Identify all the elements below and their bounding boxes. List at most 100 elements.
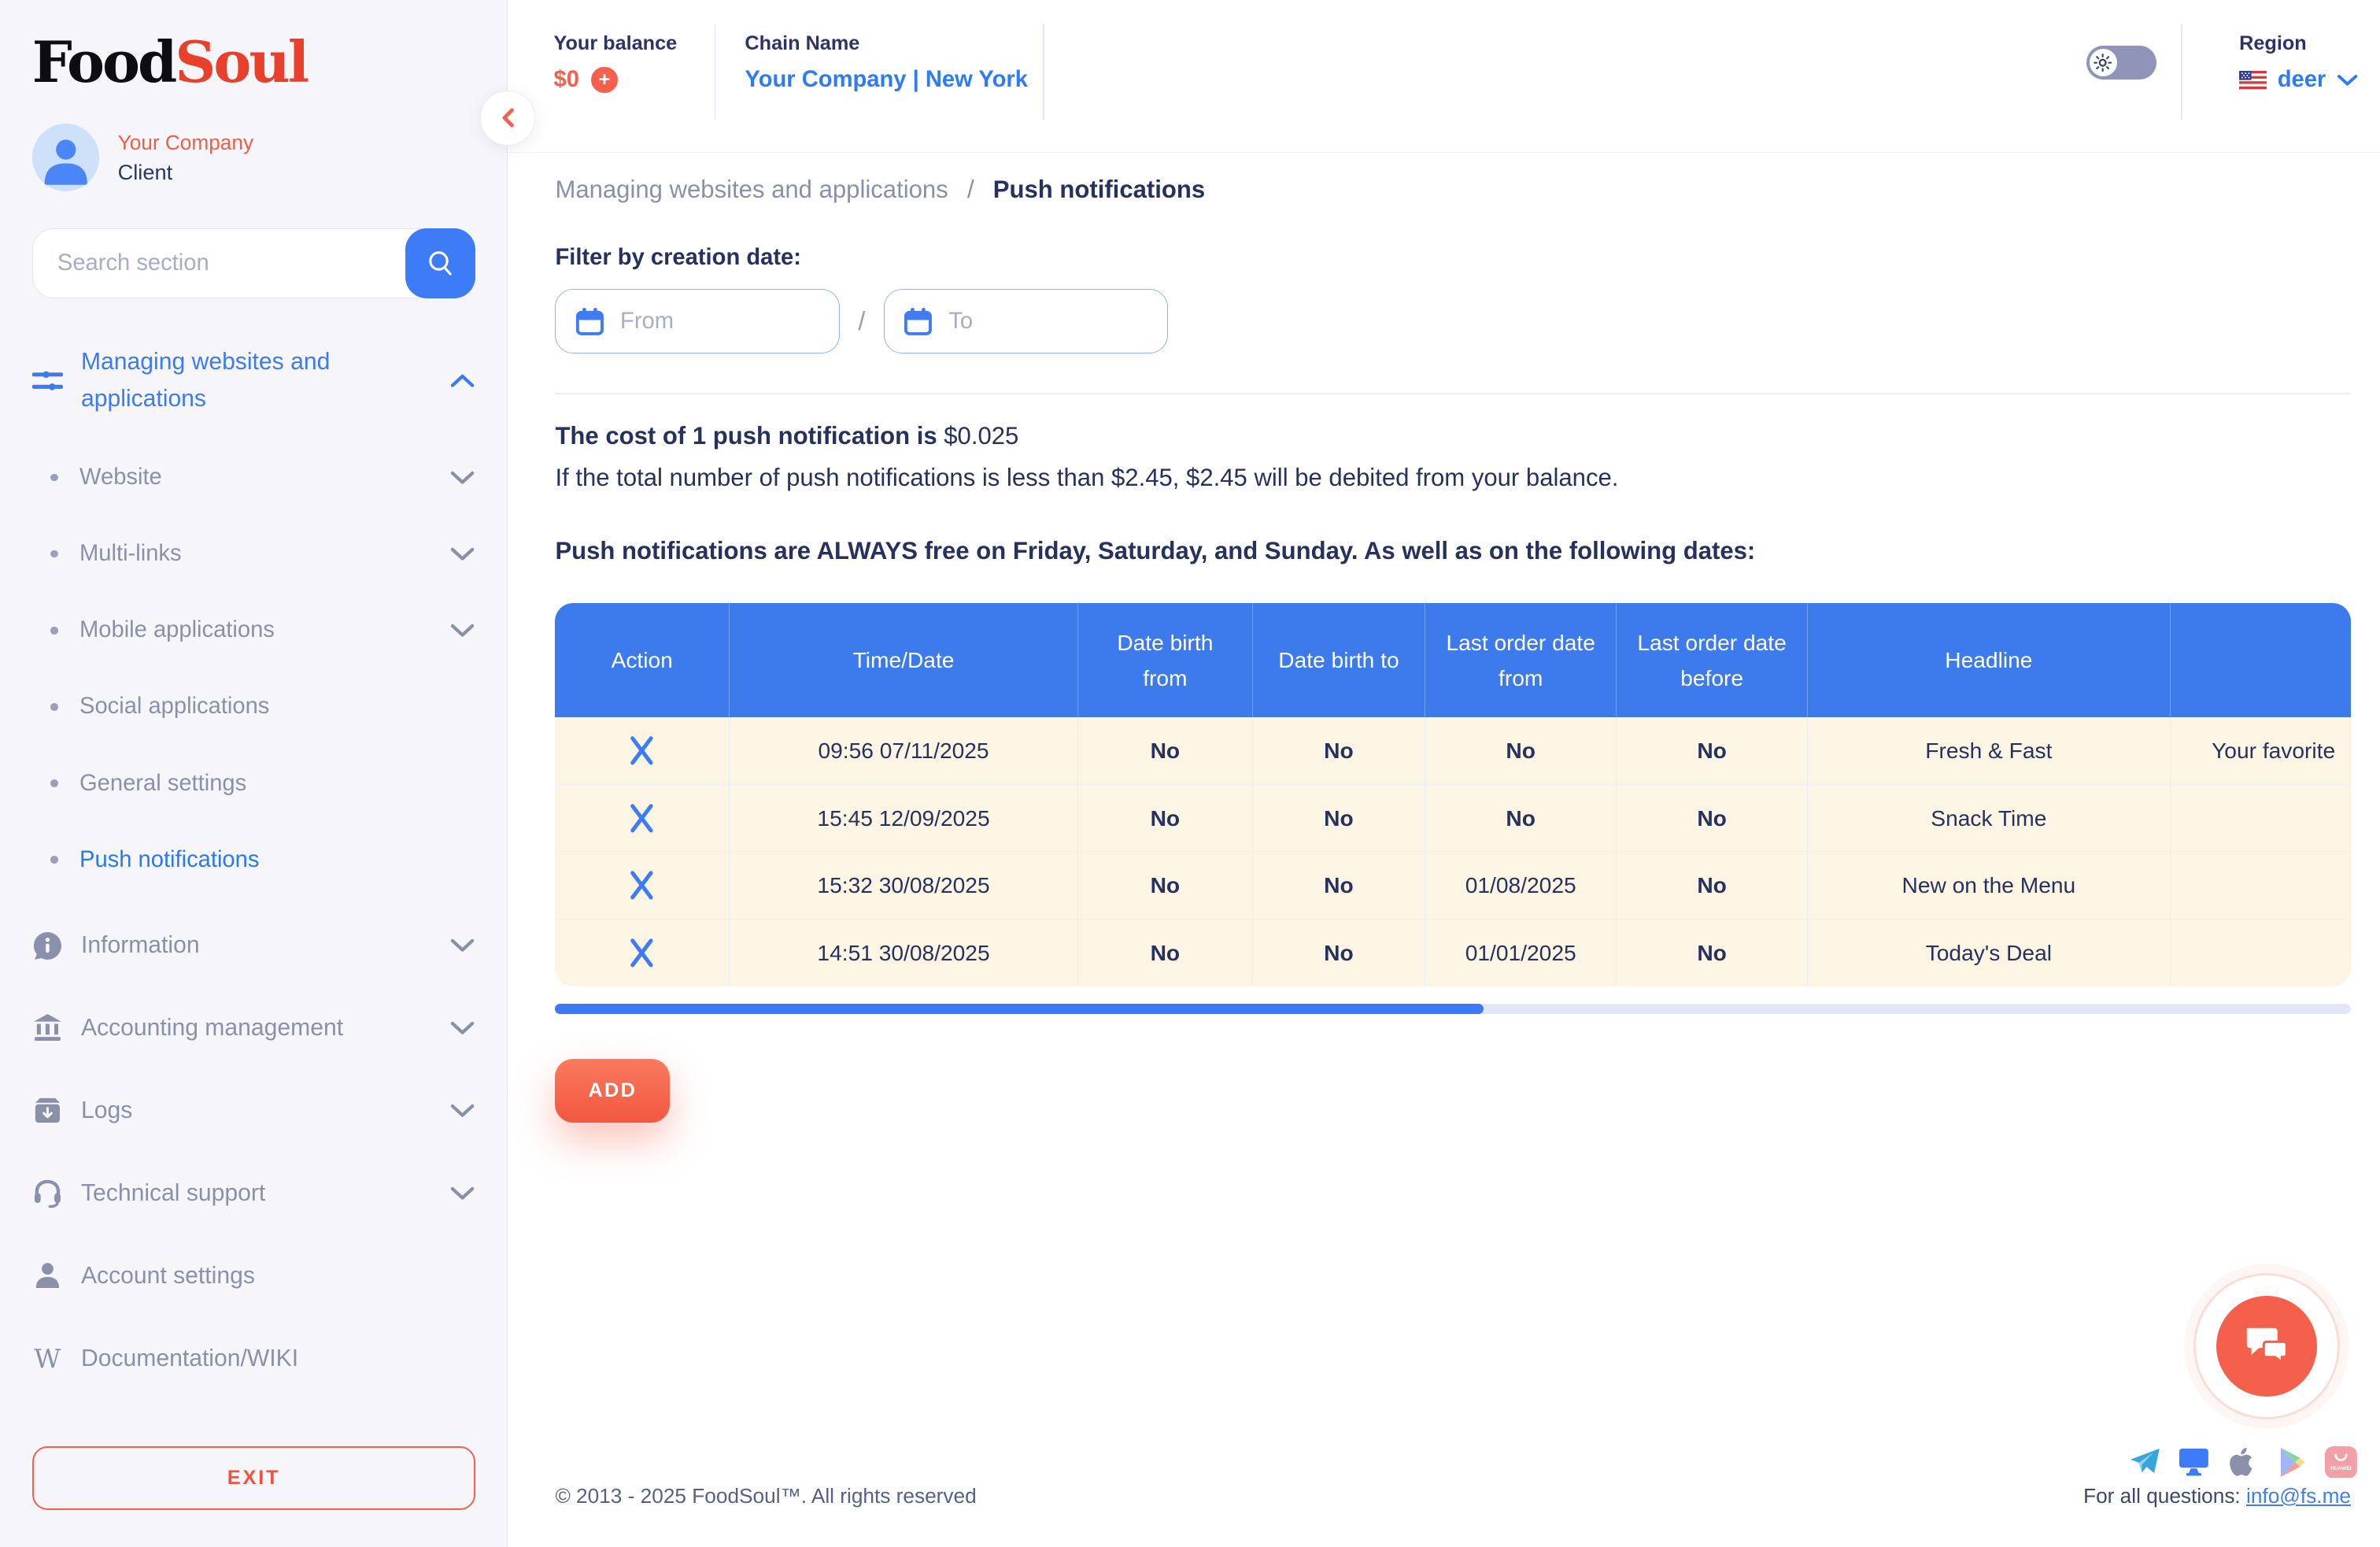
table-cell: No <box>1078 920 1253 987</box>
exit-button[interactable]: EXIT <box>32 1446 476 1511</box>
breadcrumb-separator: / <box>967 176 974 203</box>
sidebar-item-technical-support[interactable]: Technical support <box>32 1152 475 1234</box>
avatar <box>32 124 100 191</box>
sidebar-item-label: Accounting management <box>81 1015 450 1042</box>
sidebar-item-documentation-wiki[interactable]: W Documentation/WIKI <box>32 1317 475 1400</box>
cost-line-2: If the total number of push notification… <box>555 464 1618 492</box>
date-from-input[interactable] <box>620 309 804 335</box>
sidebar-item-label: Social applications <box>79 694 475 720</box>
divider <box>2181 24 2182 119</box>
sidebar-item-website[interactable]: Website <box>32 439 475 516</box>
sidebar-item-label: Mobile applications <box>79 617 450 643</box>
search-button[interactable] <box>405 228 475 298</box>
sidebar-item-general-settings[interactable]: General settings <box>32 745 475 821</box>
sidebar-item-mobile-applications[interactable]: Mobile applications <box>32 592 475 668</box>
region-label: Region <box>2239 32 2358 55</box>
sidebar-collapse-button[interactable] <box>480 91 535 146</box>
table-cell: Snack Time <box>1808 785 2171 853</box>
support-email-link[interactable]: info@fs.me <box>2246 1484 2351 1508</box>
chain-block: Chain Name Your Company | New York <box>745 32 1028 94</box>
chat-widget-button[interactable] <box>2193 1273 2341 1420</box>
sidebar-item-label-active: Push notifications <box>79 847 475 873</box>
sidebar-item-account-settings[interactable]: Account settings <box>32 1234 475 1317</box>
chevron-down-icon <box>2337 74 2358 87</box>
add-button[interactable]: ADD <box>555 1059 670 1123</box>
theme-toggle[interactable] <box>2086 46 2156 80</box>
table-cell: 15:45 12/09/2025 <box>730 785 1078 853</box>
region-selector[interactable]: deer <box>2239 67 2358 93</box>
apple-icon[interactable] <box>2227 1446 2260 1479</box>
table-cell: No <box>1617 920 1808 987</box>
table-horizontal-scrollbar[interactable] <box>555 1004 2351 1015</box>
sidebar-item-social-applications[interactable]: Social applications <box>32 668 475 745</box>
sidebar-item-push-notifications[interactable]: Push notifications <box>32 822 475 898</box>
delete-x-icon[interactable] <box>625 801 659 835</box>
sidebar-item-label: Account settings <box>81 1263 475 1290</box>
chat-widget-inner <box>2216 1296 2317 1397</box>
bullet-icon <box>50 627 58 635</box>
sidebar-item-multi-links[interactable]: Multi-links <box>32 516 475 592</box>
date-to-field[interactable] <box>884 289 1168 353</box>
bullet-icon <box>50 474 58 482</box>
huawei-appgallery-icon[interactable]: HUAWEI <box>2325 1446 2357 1479</box>
balance-value: $0 <box>554 67 579 93</box>
user-info: Your Company Client <box>32 124 475 191</box>
delete-x-icon[interactable] <box>625 936 659 970</box>
table-row: 09:56 07/11/2025NoNoNoNoFresh & FastYour… <box>555 717 2351 785</box>
breadcrumb: Managing websites and applications / Pus… <box>555 176 1205 204</box>
divider <box>715 24 716 119</box>
bullet-icon <box>50 856 58 864</box>
table-cell: 14:51 30/08/2025 <box>730 920 1078 987</box>
table-cell: No <box>1253 717 1426 785</box>
chevron-up-icon <box>450 374 475 387</box>
main-content: Your balance $0 + Chain Name Your Compan… <box>508 0 2380 1547</box>
info-icon <box>32 931 63 961</box>
table-cell: No <box>1253 920 1426 987</box>
cost-bold: The cost of 1 push notification is <box>555 422 937 450</box>
scrollbar-thumb[interactable] <box>555 1004 1484 1015</box>
table-cell: 01/08/2025 <box>1425 852 1617 920</box>
calendar-icon <box>903 306 933 337</box>
sidebar-item-information[interactable]: Information <box>32 905 475 987</box>
chevron-down-icon <box>450 624 475 637</box>
user-meta: Your Company Client <box>118 131 253 185</box>
table-cell: No <box>1617 852 1808 920</box>
table-cell: No <box>1078 785 1253 853</box>
date-to-input[interactable] <box>948 309 1132 335</box>
logo-part-soul: Soul <box>175 28 307 95</box>
top-up-balance-button[interactable]: + <box>591 67 617 93</box>
delete-x-icon[interactable] <box>625 734 659 768</box>
sidebar-item-label: Information <box>81 932 450 959</box>
breadcrumb-parent-link[interactable]: Managing websites and applications <box>555 176 948 203</box>
menu-sections: Information Accounting management Logs <box>32 905 475 1401</box>
search-section <box>32 228 476 298</box>
sidebar-item-managing-websites[interactable]: Managing websites and applications <box>32 344 475 417</box>
sidebar-item-logs[interactable]: Logs <box>32 1069 475 1152</box>
chain-label: Chain Name <box>745 32 1028 55</box>
us-flag-icon <box>2239 71 2267 89</box>
chain-link[interactable]: Your Company | New York <box>745 67 1028 93</box>
table-row: 15:32 30/08/2025NoNo01/08/2025NoNew on t… <box>555 852 2351 920</box>
foodsoul-logo: FoodSoul <box>32 34 475 91</box>
date-from-field[interactable] <box>555 289 839 353</box>
column-header-headline: Headline <box>1808 603 2171 718</box>
divider <box>555 393 2351 394</box>
website-monitor-icon[interactable] <box>2178 1446 2210 1479</box>
column-header-extra <box>2171 603 2351 718</box>
delete-x-icon[interactable] <box>625 868 659 902</box>
sidebar-item-label: Multi-links <box>79 541 450 567</box>
topbar: Your balance $0 + Chain Name Your Compan… <box>508 0 2380 153</box>
google-play-icon[interactable] <box>2276 1446 2308 1479</box>
logo-part-food: Food <box>32 28 176 95</box>
headset-icon <box>32 1178 63 1208</box>
table-cell <box>2171 785 2351 853</box>
telegram-icon[interactable] <box>2129 1446 2161 1479</box>
balance-label: Your balance <box>554 32 678 55</box>
wiki-w-icon: W <box>32 1345 63 1371</box>
bullet-icon <box>50 550 58 558</box>
column-header-date-birth-to: Date birth to <box>1253 603 1426 718</box>
push-notifications-table: Action Time/Date Date birth from Date bi… <box>555 603 2351 987</box>
sidebar-item-accounting-management[interactable]: Accounting management <box>32 986 475 1069</box>
page-title: Push notifications <box>993 176 1205 203</box>
chevron-down-icon <box>450 1104 475 1117</box>
